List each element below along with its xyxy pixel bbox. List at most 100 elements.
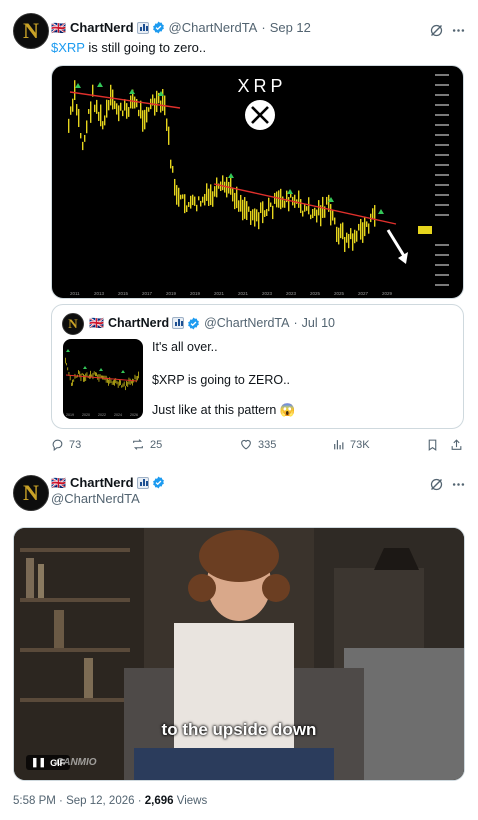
- grok-icon[interactable]: [428, 22, 444, 38]
- candle: [82, 141, 84, 151]
- x-tick-label: 2025: [310, 291, 321, 296]
- candle: [168, 126, 170, 145]
- reply-header: 🇬🇧 ChartNerd: [51, 475, 165, 490]
- candle: [250, 210, 252, 225]
- candle: [308, 197, 310, 215]
- candle: [212, 191, 214, 207]
- candle: [138, 371, 139, 379]
- candle: [350, 228, 352, 240]
- candle: [298, 190, 300, 208]
- gif-media[interactable]: to the upside down ❚❚ GIF CANMIO: [13, 527, 465, 781]
- views-button[interactable]: 73K: [332, 438, 370, 451]
- green-arrow: [129, 89, 135, 94]
- gif-caption: to the upside down: [161, 720, 317, 739]
- reply-author-name[interactable]: ChartNerd: [70, 475, 134, 490]
- candle: [166, 118, 168, 131]
- x-tick-label: 2029: [382, 291, 393, 296]
- avatar[interactable]: N: [13, 13, 49, 49]
- reply-button[interactable]: 73: [51, 438, 81, 451]
- flag-icon: 🇬🇧: [89, 316, 104, 330]
- bookmark-button[interactable]: [426, 438, 444, 452]
- reply-avatar[interactable]: N: [13, 475, 49, 511]
- candle: [278, 190, 280, 208]
- chart-badge-icon: [136, 21, 149, 34]
- candle: [372, 208, 374, 219]
- verified-icon: [187, 317, 200, 330]
- candle: [85, 373, 87, 381]
- candle: [105, 375, 107, 383]
- candle: [222, 175, 224, 191]
- author-name[interactable]: ChartNerd: [70, 20, 134, 35]
- candle: [121, 385, 123, 388]
- candle: [178, 187, 180, 207]
- green-arrow: [121, 370, 125, 373]
- hair: [199, 530, 279, 582]
- candle: [354, 229, 356, 244]
- separator: ·: [261, 20, 266, 35]
- green-arrow: [97, 82, 103, 87]
- candle: [172, 165, 174, 173]
- green-arrow: [378, 209, 384, 214]
- candle: [108, 100, 110, 111]
- quoted-line-2: $XRP is going to ZERO..: [152, 373, 291, 387]
- grok-icon[interactable]: [428, 476, 444, 492]
- share-icon: [451, 439, 462, 450]
- candle: [304, 203, 306, 212]
- candle: [114, 100, 116, 110]
- heart-icon: [241, 439, 251, 450]
- flag-icon: 🇬🇧: [51, 20, 66, 35]
- x-tick-label: 2013: [94, 291, 105, 296]
- candle: [330, 204, 332, 226]
- candle: [156, 90, 158, 113]
- like-button[interactable]: 335: [239, 438, 276, 451]
- candle: [264, 210, 266, 217]
- candle: [125, 386, 126, 391]
- candle: [81, 372, 83, 375]
- repost-button[interactable]: 25: [131, 438, 162, 451]
- candle: [276, 191, 278, 208]
- author-handle[interactable]: @ChartNerdTA: [169, 20, 258, 35]
- candle: [90, 101, 92, 123]
- x-tick-label: 2020: [82, 413, 90, 417]
- x-tick-label: 2026: [130, 413, 138, 417]
- candle: [93, 371, 95, 375]
- quoted-header: 🇬🇧 ChartNerd @ChartNerdTA · Jul 10: [89, 316, 335, 330]
- tweet-date[interactable]: Sep 12: [270, 20, 311, 35]
- share-button[interactable]: [450, 438, 468, 452]
- more-icon[interactable]: [450, 476, 466, 492]
- candle: [200, 200, 202, 207]
- flag-icon: 🇬🇧: [51, 475, 66, 490]
- candle: [356, 230, 358, 242]
- candle: [80, 373, 82, 382]
- chart-image[interactable]: XRP 2011 2013 2015 2017 2019 2019 2021 2021 2023…: [51, 65, 464, 299]
- candle: [154, 98, 156, 116]
- candle: [238, 200, 240, 212]
- candle: [336, 226, 338, 242]
- candle: [67, 367, 69, 371]
- candle: [254, 208, 256, 227]
- green-arrow: [66, 349, 70, 352]
- cashtag-link[interactable]: $XRP: [51, 40, 85, 55]
- green-arrow: [287, 189, 293, 194]
- footer-time[interactable]: 5:58 PM: [13, 795, 56, 807]
- candle: [362, 222, 364, 243]
- footer-date[interactable]: Sep 12, 2026: [66, 795, 134, 807]
- candle: [86, 120, 88, 134]
- x-tick-label: 2027: [358, 291, 369, 296]
- reply-author-handle[interactable]: @ChartNerdTA: [51, 491, 140, 506]
- quoted-tweet[interactable]: N 🇬🇧 ChartNerd @ChartNerdTA · Jul 10 201…: [51, 304, 464, 429]
- candle: [184, 194, 186, 214]
- candle: [208, 188, 210, 206]
- more-icon[interactable]: [450, 22, 466, 38]
- candle: [134, 374, 136, 380]
- candle: [174, 178, 176, 196]
- candle: [240, 194, 242, 212]
- candle: [160, 100, 162, 113]
- x-tick-label: 2019: [66, 413, 74, 417]
- analytics-icon: [334, 440, 344, 450]
- candle: [180, 194, 182, 200]
- candle: [198, 196, 200, 201]
- candle: [112, 89, 114, 110]
- candle: [374, 205, 376, 227]
- candle: [176, 185, 178, 205]
